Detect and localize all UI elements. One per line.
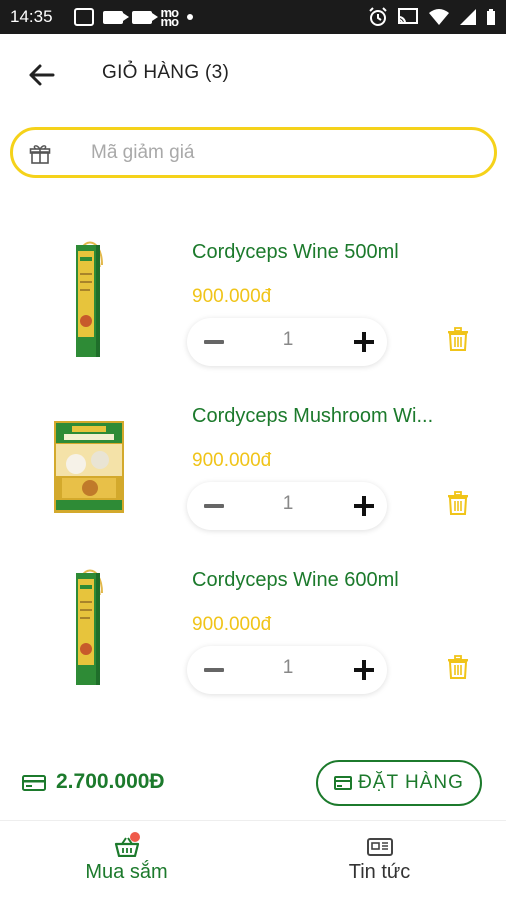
- trash-icon[interactable]: [447, 491, 469, 515]
- trash-icon[interactable]: [447, 327, 469, 351]
- product-name[interactable]: Cordyceps Mushroom Wi...: [192, 405, 477, 428]
- cart-item: Cordyceps Mushroom Wi... 900.000đ 1: [0, 405, 506, 555]
- wifi-icon: [429, 9, 449, 25]
- decrease-quantity-button[interactable]: [199, 655, 229, 685]
- product-price: 900.000đ: [192, 614, 272, 635]
- status-bar: 14:35 mo mo: [0, 0, 506, 34]
- total-amount: 2.700.000Đ: [56, 770, 165, 793]
- mushroom-box-image: [54, 421, 124, 513]
- place-order-button[interactable]: ĐẶT HÀNG: [316, 760, 482, 806]
- nav-news[interactable]: Tin tức: [253, 821, 506, 900]
- increase-quantity-button[interactable]: [349, 491, 379, 521]
- notification-app-icon: [73, 8, 94, 26]
- quantity-stepper: 1: [187, 646, 387, 694]
- cart-summary: 2.700.000Đ ĐẶT HÀNG: [0, 758, 506, 808]
- battery-icon: [487, 9, 495, 25]
- nav-shopping-label: Mua sắm: [85, 861, 168, 883]
- newspaper-icon: [366, 838, 393, 856]
- bottom-navigation: Mua sắm Tin tức: [0, 820, 506, 900]
- increase-quantity-button[interactable]: [349, 327, 379, 357]
- app-header: GIỎ HÀNG (3): [0, 34, 506, 114]
- increase-quantity-button[interactable]: [349, 655, 379, 685]
- quantity-value: 1: [282, 493, 294, 514]
- video-camera-icon-2: [131, 10, 158, 24]
- quantity-stepper: 1: [187, 318, 387, 366]
- card-icon: [334, 776, 353, 790]
- quantity-value: 1: [282, 657, 294, 678]
- status-bar-right: [368, 7, 496, 27]
- wine-box-image: [76, 241, 103, 357]
- product-image[interactable]: [20, 237, 160, 367]
- wine-box-image: [76, 569, 103, 685]
- money-icon: [22, 775, 46, 791]
- quantity-value: 1: [282, 329, 294, 350]
- momo-icon: mo mo: [160, 5, 179, 29]
- product-image[interactable]: [20, 401, 160, 531]
- video-camera-icon: [102, 10, 129, 24]
- page-title: GIỎ HÀNG (3): [102, 62, 230, 83]
- alarm-icon: [369, 7, 387, 26]
- signal-icon: [460, 9, 476, 25]
- cart-badge-dot: [130, 832, 140, 842]
- cast-icon: [398, 8, 418, 24]
- arrow-left-icon: [29, 64, 55, 86]
- product-price: 900.000đ: [192, 286, 272, 307]
- back-button[interactable]: [24, 58, 58, 92]
- product-name[interactable]: Cordyceps Wine 600ml: [192, 569, 477, 592]
- nav-shopping[interactable]: Mua sắm: [0, 821, 253, 900]
- product-name[interactable]: Cordyceps Wine 500ml: [192, 241, 477, 264]
- cart-item: Cordyceps Wine 600ml 900.000đ 1: [0, 569, 506, 719]
- status-bar-left: 14:35 mo mo: [10, 5, 194, 29]
- status-time: 14:35: [10, 7, 53, 26]
- coupon-field[interactable]: [10, 127, 497, 178]
- coupon-input[interactable]: [91, 139, 471, 167]
- product-price: 900.000đ: [192, 450, 272, 471]
- trash-icon[interactable]: [447, 655, 469, 679]
- nav-news-label: Tin tức: [348, 861, 411, 883]
- place-order-label: ĐẶT HÀNG: [358, 772, 464, 793]
- quantity-stepper: 1: [187, 482, 387, 530]
- decrease-quantity-button[interactable]: [199, 327, 229, 357]
- decrease-quantity-button[interactable]: [199, 491, 229, 521]
- cart-item: Cordyceps Wine 500ml 900.000đ 1: [0, 241, 506, 391]
- cart-screen: 14:35 mo mo GIỎ HÀNG (3) Mã giảm giá Cor…: [0, 0, 506, 900]
- gift-icon: [29, 145, 51, 164]
- product-image[interactable]: [20, 565, 160, 695]
- more-notifications-dot-icon: [187, 14, 194, 20]
